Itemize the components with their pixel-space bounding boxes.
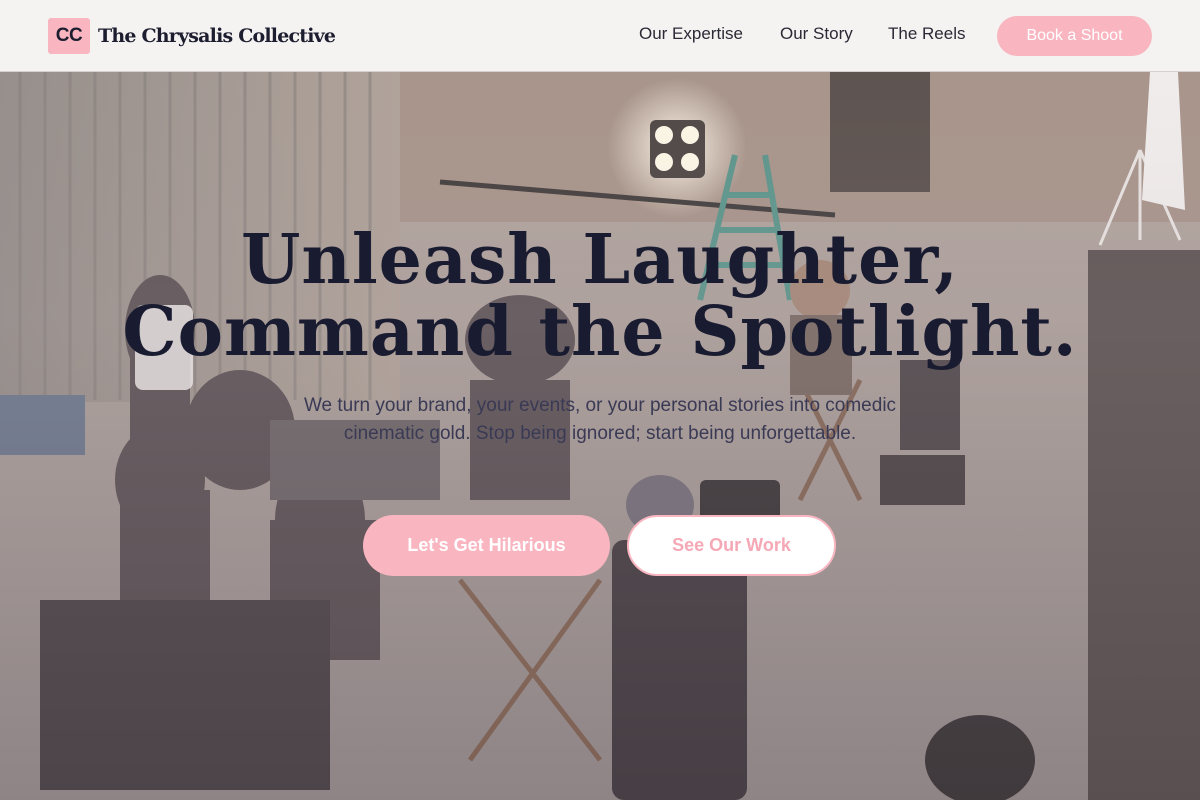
brand-mark: CC: [48, 18, 90, 54]
hero-headline: Unleash Laughter, Command the Spotlight.: [100, 224, 1100, 368]
see-our-work-button[interactable]: See Our Work: [627, 515, 836, 576]
book-a-shoot-button[interactable]: Book a Shoot: [997, 16, 1152, 56]
nav-link-the-reels[interactable]: The Reels: [888, 24, 965, 44]
hero-headline-line-2: Command the Spotlight.: [122, 292, 1078, 372]
hero-headline-line-1: Unleash Laughter,: [241, 220, 959, 300]
lets-get-hilarious-button[interactable]: Let's Get Hilarious: [363, 515, 610, 576]
brand-logo[interactable]: CC The Chrysalis Collective: [48, 18, 336, 54]
landing-page: CC The Chrysalis Collective Our Expertis…: [0, 0, 1200, 800]
nav-link-our-story[interactable]: Our Story: [780, 24, 853, 44]
brand-name: The Chrysalis Collective: [98, 25, 336, 47]
site-header: CC The Chrysalis Collective Our Expertis…: [0, 0, 1200, 72]
nav-link-our-expertise[interactable]: Our Expertise: [639, 24, 743, 44]
hero-subtitle: We turn your brand, your events, or your…: [303, 395, 897, 444]
